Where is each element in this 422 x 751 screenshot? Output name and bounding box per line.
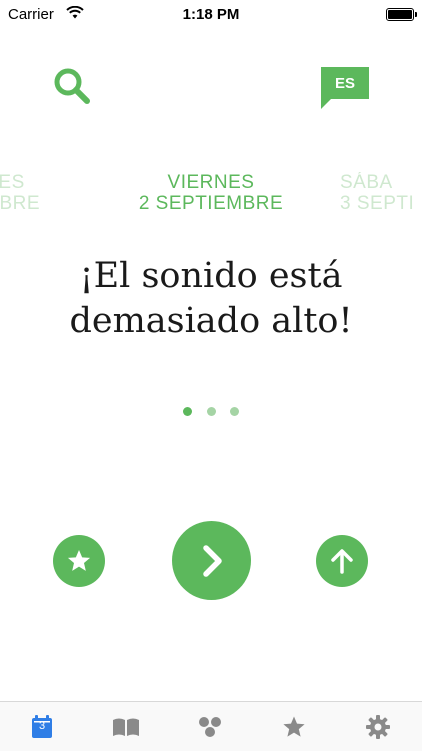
tab-calendar[interactable]: 3 bbox=[0, 702, 84, 751]
status-bar: Carrier 1:18 PM bbox=[0, 0, 422, 30]
calendar-icon: 3 bbox=[31, 714, 53, 739]
tab-settings[interactable] bbox=[336, 702, 420, 751]
search-icon bbox=[54, 68, 90, 104]
book-icon bbox=[113, 718, 139, 736]
language-label: ES bbox=[334, 74, 355, 92]
date-carousel[interactable]: VES EMBRE VIERNES 2 SEPTIEMBRE SÁBA 3 SE… bbox=[0, 172, 422, 222]
dots-icon bbox=[199, 716, 221, 737]
star-icon bbox=[67, 549, 91, 571]
tab-categories[interactable] bbox=[168, 702, 252, 751]
page-dot-3[interactable] bbox=[229, 407, 239, 416]
page-indicator[interactable] bbox=[0, 403, 422, 421]
page-dot-1[interactable] bbox=[183, 407, 193, 416]
gear-icon bbox=[366, 714, 390, 739]
star-icon bbox=[283, 716, 305, 737]
search-button[interactable] bbox=[50, 64, 94, 108]
tab-bar: 3 bbox=[0, 701, 422, 751]
date-next[interactable]: SÁBA 3 SEPTI bbox=[340, 172, 422, 214]
next-phrase-button[interactable] bbox=[172, 521, 251, 600]
tab-favorites[interactable] bbox=[252, 702, 336, 751]
page-dot-2[interactable] bbox=[206, 407, 216, 416]
arrow-up-icon bbox=[331, 549, 353, 574]
favorite-button[interactable] bbox=[53, 535, 105, 587]
scroll-up-button[interactable] bbox=[316, 535, 368, 587]
language-button[interactable]: ES bbox=[321, 67, 369, 109]
date-next-day: SÁBA bbox=[340, 172, 393, 193]
clock: 1:18 PM bbox=[182, 6, 240, 23]
tab-phrasebook[interactable] bbox=[84, 702, 168, 751]
calendar-day-number: 3 bbox=[38, 719, 46, 732]
chevron-right-icon bbox=[202, 544, 222, 577]
date-next-date: 3 SEPTI bbox=[340, 193, 415, 214]
phrase-text: ¡El sonido está demasiado alto! bbox=[69, 256, 353, 341]
battery-icon bbox=[386, 8, 417, 21]
